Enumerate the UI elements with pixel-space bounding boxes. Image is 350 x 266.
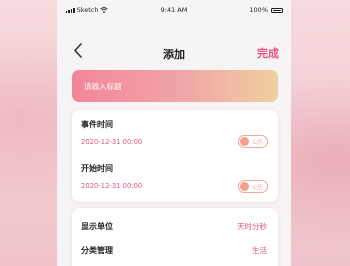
category-value[interactable]: 生活 <box>252 245 267 256</box>
title-input[interactable]: 请输入标题 <box>72 70 278 102</box>
settings-card: 显示单位 天时分秒 分类管理 生活 <box>72 208 278 266</box>
battery-percentage: 100% <box>249 6 268 14</box>
event-time-value[interactable]: 2020-12-31 00:00 <box>81 138 142 146</box>
start-time-calendar-toggle[interactable]: 公历 <box>238 180 268 193</box>
done-button[interactable]: 完成 <box>257 45 279 61</box>
start-time-value[interactable]: 2020-12-31 00:00 <box>81 182 142 190</box>
display-unit-value[interactable]: 天时分秒 <box>237 221 267 232</box>
status-right: 100% <box>249 6 283 14</box>
navigation-bar: 添加 完成 <box>57 40 291 64</box>
toggle-knob <box>240 182 249 191</box>
status-bar: Sketch 9:41 AM 100% <box>57 0 291 16</box>
toggle-knob <box>240 137 249 146</box>
category-label: 分类管理 <box>81 246 113 255</box>
event-time-calendar-toggle[interactable]: 公历 <box>238 135 268 148</box>
toggle-label: 公历 <box>252 185 264 191</box>
battery-icon <box>271 7 283 13</box>
time-card: 事件时间 2020-12-31 00:00 公历 开始时间 2020-12-31… <box>72 110 278 202</box>
display-unit-label: 显示单位 <box>81 222 113 231</box>
toggle-label: 公历 <box>252 140 264 146</box>
start-time-label: 开始时间 <box>81 164 113 173</box>
event-time-label: 事件时间 <box>81 120 113 129</box>
page-title: 添加 <box>163 48 185 61</box>
phone-screen: Sketch 9:41 AM 100% 添加 完成 请输入标题 事件时间 202… <box>57 0 291 266</box>
